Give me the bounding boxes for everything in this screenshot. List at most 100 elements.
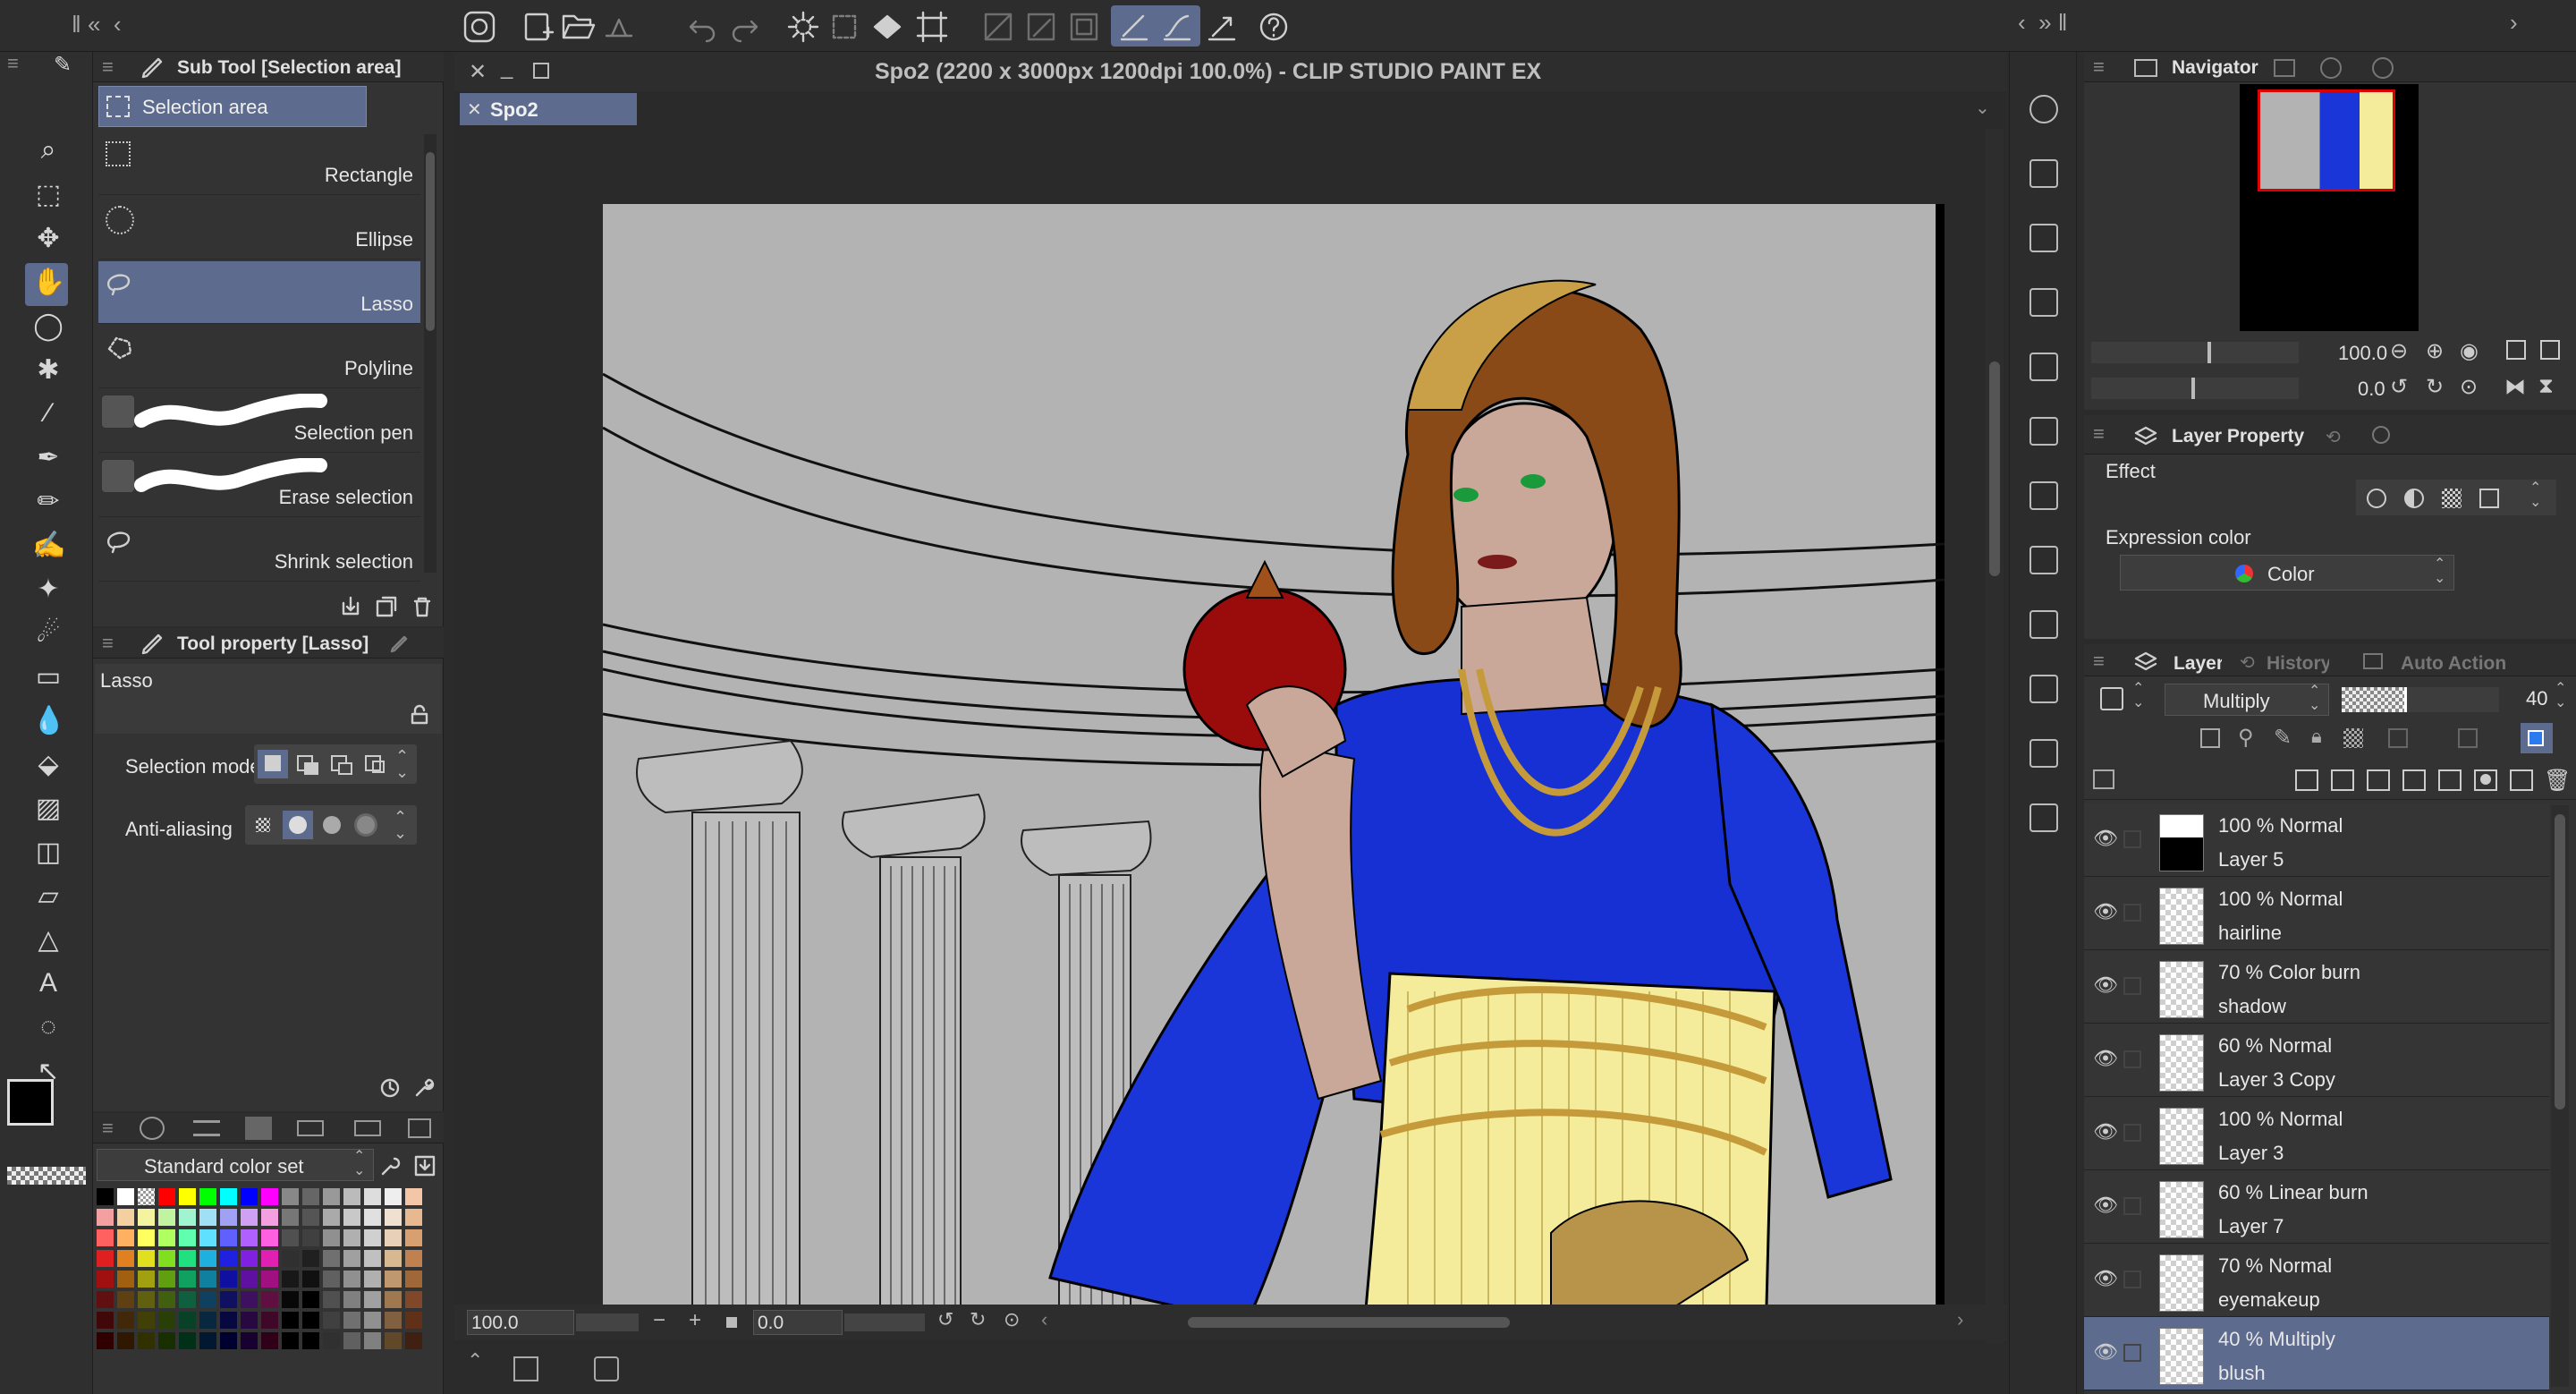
animation-icon[interactable] [594, 1356, 619, 1381]
color-swatch[interactable] [405, 1209, 422, 1226]
color-swatch[interactable] [138, 1188, 155, 1205]
color-swatch[interactable] [323, 1312, 340, 1329]
scroll-thumb[interactable] [2555, 814, 2565, 1109]
reset-rotation-icon[interactable]: ⊙ [1004, 1308, 1020, 1331]
tone-effect-icon[interactable] [2442, 489, 2462, 508]
ruler-icon[interactable] [2458, 728, 2478, 748]
palette-dock-icon[interactable] [2029, 481, 2058, 510]
color-swatch[interactable] [323, 1332, 340, 1349]
palette-dock-icon[interactable] [2029, 610, 2058, 639]
color-swatch[interactable] [138, 1229, 155, 1246]
color-swatch[interactable] [364, 1250, 381, 1267]
brightness-icon[interactable] [785, 9, 821, 45]
color-swatch[interactable] [343, 1188, 360, 1205]
color-swatch[interactable] [405, 1250, 422, 1267]
color-swatch[interactable] [385, 1271, 402, 1288]
color-swatch[interactable] [138, 1312, 155, 1329]
tab-history[interactable]: History [2267, 653, 2329, 675]
combine-down-icon[interactable] [2438, 769, 2462, 791]
pen-snap-icon[interactable] [1116, 9, 1152, 45]
color-swatch[interactable] [220, 1271, 237, 1288]
menu-icon[interactable]: ≡ [2093, 422, 2105, 446]
lock-icon[interactable] [408, 703, 431, 727]
ruler-snap-icon[interactable] [1204, 9, 1240, 45]
brush-icon[interactable]: ✍ [32, 530, 65, 561]
navigator-title[interactable]: Navigator [2172, 57, 2258, 79]
color-swatch[interactable] [158, 1250, 175, 1267]
color-swatch[interactable] [343, 1229, 360, 1246]
operation-icon[interactable]: ⬚ [32, 179, 64, 210]
navigator-flip-horizontal-icon[interactable]: ⧓ [2504, 374, 2526, 400]
snap-grid-icon[interactable] [1066, 9, 1102, 45]
fit-button[interactable] [726, 1317, 737, 1328]
color-swatch[interactable] [385, 1291, 402, 1308]
layer-lock-icon[interactable] [2123, 830, 2141, 848]
color-swatch[interactable] [405, 1271, 422, 1288]
color-swatch[interactable] [323, 1229, 340, 1246]
rotate-right-icon[interactable]: ↻ [970, 1308, 986, 1331]
color-swatch[interactable] [282, 1188, 299, 1205]
color-set-dropdown[interactable]: Standard color set ⌃ ⌄ [97, 1149, 374, 1181]
antialiasing-buttons[interactable]: ⌃ ⌄ [245, 805, 417, 845]
airbrush-icon[interactable]: ☄ [32, 617, 64, 649]
color-swatch[interactable] [241, 1291, 258, 1308]
open-icon[interactable] [560, 9, 596, 45]
aa-weak-button[interactable] [283, 811, 313, 839]
color-swatch[interactable] [199, 1291, 216, 1308]
selection-mode-buttons[interactable]: ⌃ ⌄ [254, 744, 417, 784]
color-swatch[interactable] [261, 1271, 278, 1288]
color-swatch[interactable] [138, 1209, 155, 1226]
color-swatch[interactable] [158, 1312, 175, 1329]
new-icon[interactable] [521, 9, 556, 45]
color-swatch[interactable] [282, 1332, 299, 1349]
approximate-color-tab-icon[interactable] [354, 1120, 381, 1136]
navigator-rotate-left-icon[interactable]: ↺ [2390, 374, 2408, 400]
sub-tool-lasso[interactable]: Lasso [98, 261, 420, 324]
color-swatch[interactable] [97, 1250, 114, 1267]
color-set-tab-icon[interactable] [245, 1117, 272, 1140]
color-swatch[interactable] [323, 1188, 340, 1205]
color-swatch[interactable] [97, 1209, 114, 1226]
aa-none-button[interactable] [249, 811, 279, 839]
new-selection-button[interactable] [258, 750, 288, 778]
menu-icon[interactable]: ≡ [102, 1117, 114, 1140]
color-swatch[interactable] [199, 1332, 216, 1349]
color-swatch[interactable] [323, 1271, 340, 1288]
color-swatch[interactable] [385, 1312, 402, 1329]
color-swatch[interactable] [220, 1229, 237, 1246]
layer-row[interactable]: 👁︎ 70 % Normal eyemakeup [2084, 1244, 2549, 1317]
blend-mode-dropdown[interactable]: Multiply ⌃ ⌄ [2165, 684, 2329, 716]
color-swatch[interactable] [343, 1312, 360, 1329]
color-swatch[interactable] [158, 1332, 175, 1349]
color-swatch[interactable] [158, 1209, 175, 1226]
color-swatch[interactable] [117, 1250, 134, 1267]
visibility-eye-icon[interactable]: 👁︎ [2093, 1267, 2120, 1294]
snap-ruler-icon[interactable] [980, 9, 1016, 45]
color-swatch[interactable] [199, 1229, 216, 1246]
reset-icon[interactable] [377, 1075, 402, 1101]
color-slider-tab-icon[interactable] [193, 1120, 220, 1136]
sub-tool-rectangle[interactable]: Rectangle [98, 132, 420, 195]
zoom-field[interactable]: 100.0 [467, 1310, 574, 1335]
menu-icon[interactable]: ≡ [102, 55, 114, 79]
palette-dock-icon[interactable] [2029, 803, 2058, 832]
sub-tool-selection-pen[interactable]: Selection pen [98, 390, 420, 453]
color-swatch[interactable] [302, 1188, 319, 1205]
color-swatch[interactable] [343, 1250, 360, 1267]
color-swatch[interactable] [179, 1271, 196, 1288]
color-swatch[interactable] [199, 1209, 216, 1226]
color-swatch[interactable] [138, 1250, 155, 1267]
sub-view-tab-icon[interactable] [2274, 59, 2295, 77]
color-swatch[interactable] [261, 1291, 278, 1308]
sub-tool-polyline[interactable]: Polyline [98, 326, 420, 388]
navigator-flip-vertical-icon[interactable]: ⧗ [2538, 374, 2554, 399]
color-swatch[interactable] [323, 1209, 340, 1226]
layer-row[interactable]: 👁︎ 100 % Normal hairline [2084, 877, 2549, 950]
zoom-in-button[interactable]: + [689, 1308, 701, 1333]
color-swatch[interactable] [117, 1229, 134, 1246]
sub-tool-group-tab[interactable]: Selection area [98, 86, 367, 127]
hand-icon[interactable]: ✋ [32, 267, 65, 298]
color-swatch[interactable] [302, 1312, 319, 1329]
color-swatch[interactable] [343, 1271, 360, 1288]
color-swatch[interactable] [97, 1271, 114, 1288]
